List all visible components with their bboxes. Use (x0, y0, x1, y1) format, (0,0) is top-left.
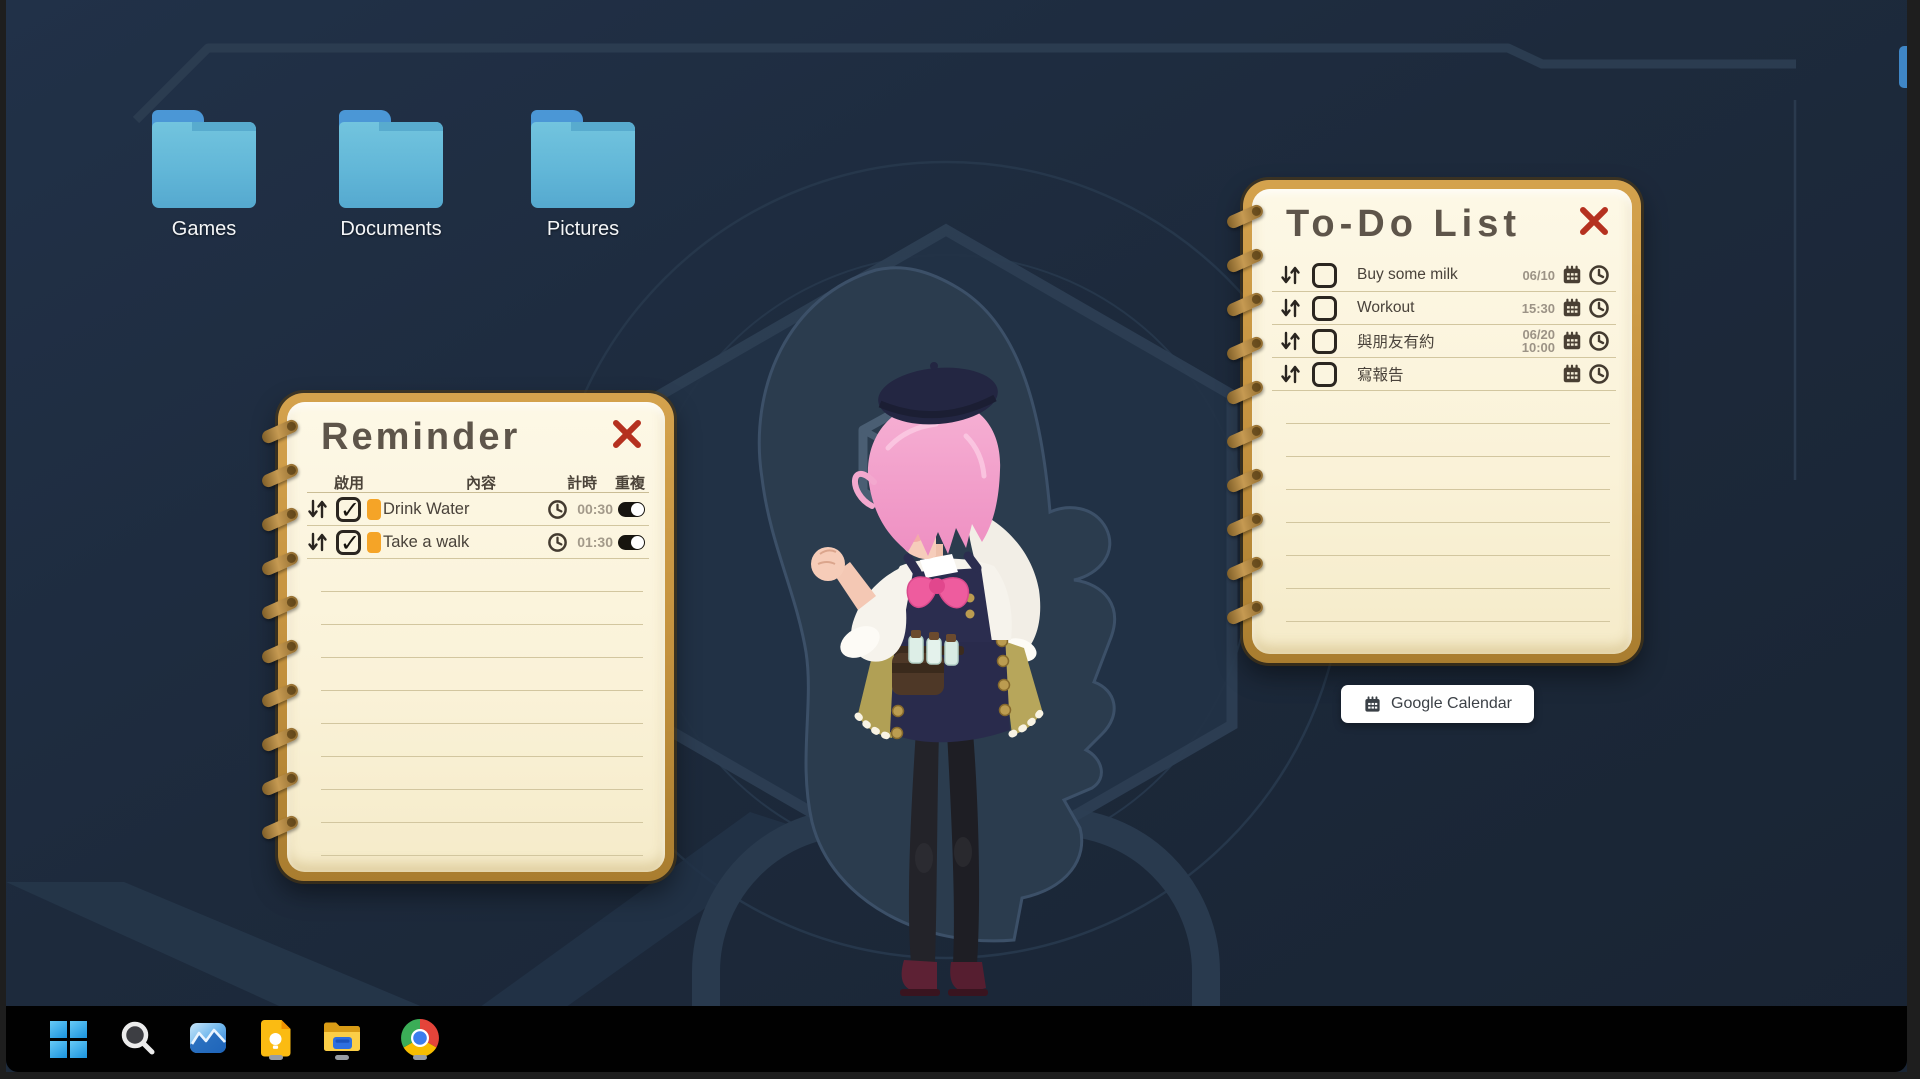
todo-label: 與朋友有約 (1357, 330, 1435, 352)
google-calendar-button[interactable]: Google Calendar (1341, 685, 1534, 723)
clock-icon[interactable] (1588, 330, 1610, 352)
color-tag (367, 499, 381, 520)
reminder-row: Take a walk 01:30 (307, 526, 649, 559)
desktop: Games Documents Pictures (6, 0, 1907, 1072)
close-icon[interactable] (611, 418, 643, 450)
desktop-folder-documents[interactable]: Documents (326, 110, 456, 241)
duration-value: 00:30 (571, 501, 613, 517)
photos-icon (189, 1019, 227, 1057)
note-icon (260, 1019, 292, 1057)
calendar-icon (1363, 695, 1382, 714)
todo-checkbox[interactable] (1312, 263, 1337, 288)
col-repeat: 重複 (615, 472, 645, 493)
clock-icon[interactable] (1588, 363, 1610, 385)
start-button[interactable] (46, 1019, 90, 1063)
windows-start-icon (50, 1021, 87, 1058)
browser-button[interactable] (398, 1019, 442, 1063)
calendar-icon[interactable] (1561, 330, 1583, 352)
photos-app-button[interactable] (186, 1019, 230, 1063)
todo-row: 與朋友有約 06/2010:00 (1272, 325, 1616, 358)
desktop-folder-games[interactable]: Games (139, 110, 269, 241)
reminder-row: Drink Water 00:30 (307, 493, 649, 526)
folder-icon (531, 110, 635, 208)
calendar-icon[interactable] (1561, 363, 1583, 385)
due-datetime: 06/10 (1509, 269, 1555, 282)
todo-label: Buy some milk (1357, 266, 1458, 284)
folder-label: Pictures (518, 218, 648, 241)
running-indicator (269, 1055, 283, 1060)
folder-label: Documents (326, 218, 456, 241)
repeat-toggle[interactable] (618, 535, 645, 550)
reminder-title: Reminder (321, 416, 520, 459)
todo-title: To-Do List (1286, 203, 1521, 246)
reminder-widget: Reminder 啟用 內容 計時 重複 Drink Water (278, 393, 674, 881)
running-indicator (413, 1055, 427, 1060)
folder-label: Games (139, 218, 269, 241)
col-content: 內容 (466, 472, 496, 493)
todo-widget: To-Do List Buy some milk 06/10 Workout 1… (1243, 180, 1641, 663)
search-icon (118, 1019, 158, 1059)
col-timer: 計時 (567, 472, 597, 493)
sort-handle-icon[interactable] (307, 498, 329, 520)
due-datetime: 06/2010:00 (1509, 328, 1555, 354)
edge-widget-handle[interactable] (1899, 46, 1907, 88)
todo-checkbox[interactable] (1312, 329, 1337, 354)
color-tag (367, 532, 381, 553)
calendar-icon[interactable] (1561, 264, 1583, 286)
enable-checkbox[interactable] (336, 530, 361, 555)
todo-row: Buy some milk 06/10 (1272, 259, 1616, 292)
repeat-toggle[interactable] (618, 502, 645, 517)
running-indicator (335, 1055, 349, 1060)
due-datetime: 15:30 (1509, 302, 1555, 315)
chrome-icon (401, 1019, 439, 1057)
folder-icon (152, 110, 256, 208)
folder-icon (322, 1019, 362, 1055)
taskbar (6, 1006, 1907, 1072)
todo-label: Workout (1357, 299, 1414, 317)
clock-icon[interactable] (1588, 264, 1610, 286)
reminder-label: Drink Water (383, 500, 469, 519)
todo-checkbox[interactable] (1312, 362, 1337, 387)
clock-icon[interactable] (1588, 297, 1610, 319)
sort-handle-icon[interactable] (1280, 264, 1302, 286)
google-calendar-label: Google Calendar (1391, 695, 1512, 713)
todo-row: 寫報告 (1272, 358, 1616, 391)
desktop-folder-pictures[interactable]: Pictures (518, 110, 648, 241)
col-enable: 啟用 (334, 472, 364, 493)
close-icon[interactable] (1578, 205, 1610, 237)
notes-app-button[interactable] (254, 1019, 298, 1063)
enable-checkbox[interactable] (336, 497, 361, 522)
folder-icon (339, 110, 443, 208)
sort-handle-icon[interactable] (307, 531, 329, 553)
timer-clock-icon[interactable] (547, 532, 568, 553)
reminder-column-headers: 啟用 內容 計時 重複 (307, 472, 649, 493)
due-datetime (1509, 368, 1555, 381)
reminder-label: Take a walk (383, 533, 469, 552)
todo-row: Workout 15:30 (1272, 292, 1616, 325)
todo-checkbox[interactable] (1312, 296, 1337, 321)
timer-clock-icon[interactable] (547, 499, 568, 520)
sort-handle-icon[interactable] (1280, 297, 1302, 319)
duration-value: 01:30 (571, 534, 613, 550)
file-explorer-button[interactable] (320, 1019, 364, 1063)
sort-handle-icon[interactable] (1280, 330, 1302, 352)
sort-handle-icon[interactable] (1280, 363, 1302, 385)
desktop-mascot-character[interactable] (796, 358, 1086, 1008)
search-button[interactable] (116, 1019, 160, 1063)
calendar-icon[interactable] (1561, 297, 1583, 319)
todo-label: 寫報告 (1357, 363, 1404, 385)
